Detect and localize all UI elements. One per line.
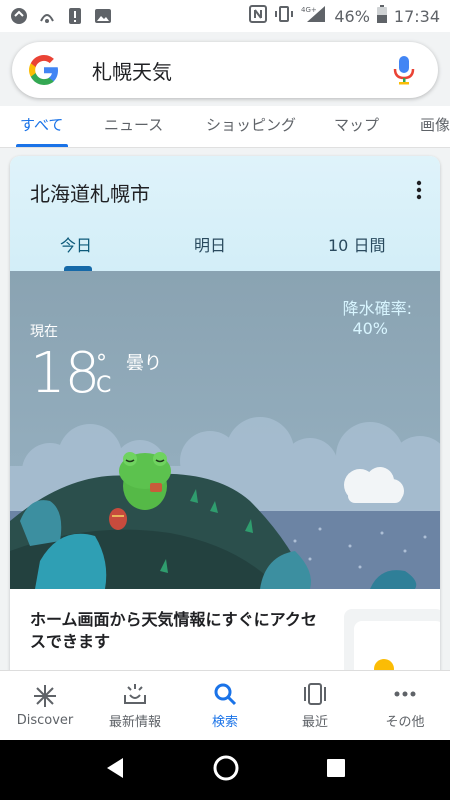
recent-icon [304,683,326,705]
google-logo-icon[interactable] [24,50,64,90]
weather-scene: 現在 18 ° C 曇り 降水確率: 40% [10,271,440,589]
alert-icon [66,7,84,25]
home-icon[interactable] [212,754,240,786]
promo-thumbnail [344,609,440,676]
temperature-unit[interactable]: C [96,373,111,398]
widget-sun-icon [354,621,440,676]
nav-more[interactable]: その他 [360,671,450,740]
home-widget-promo[interactable]: ホーム画面から天気情報にすぐにアクセスできます [10,589,440,676]
nav-search[interactable]: 検索 [180,671,270,740]
tab-maps[interactable]: マップ [334,114,379,135]
status-bar: 4G+ 46% 17:34 [0,0,450,32]
search-tabs: すべて ニュース ショッピング マップ 画像 [0,106,450,148]
nfc-icon [249,5,268,27]
bottom-navigation: Discover 最新情報 検索 最近 その他 [0,670,450,740]
weather-tab-10day[interactable]: 10 日間 [328,232,385,256]
wifi-calling-icon [38,7,56,25]
now-label: 現在 [30,324,58,340]
updates-icon [124,684,146,704]
tab-active-indicator [16,144,68,147]
search-query[interactable]: 札幌天気 [92,56,172,85]
network-type: 4G+ [301,6,317,14]
tab-images[interactable]: 画像 [420,114,450,135]
asterisk-icon [34,685,56,707]
battery-icon [376,5,387,27]
system-navigation-bar [0,740,450,800]
search-bar[interactable]: 札幌天気 [12,42,438,98]
nav-search-label: 検索 [211,715,238,730]
battery-percent: 46% [334,6,370,26]
vibrate-icon [274,5,294,27]
weather-condition: 曇り [126,353,162,374]
signal-icon: 4G+ [301,5,327,27]
weather-tab-today[interactable]: 今日 [60,232,92,256]
more-vert-icon[interactable] [416,180,422,200]
tab-shopping[interactable]: ショッピング [206,114,296,135]
tab-news[interactable]: ニュース [104,114,163,135]
nav-more-label: その他 [385,715,425,730]
weather-card: 北海道札幌市 今日 明日 10 日間 現在 18 ° C 曇り 降水確率: 40… [10,156,440,676]
search-icon [214,683,237,706]
precipitation-value: 40% [352,319,388,338]
recents-icon[interactable] [325,757,347,783]
nav-recent[interactable]: 最近 [270,671,360,740]
more-dots-icon [394,691,416,697]
nav-recent-label: 最近 [301,715,328,730]
back-icon[interactable] [103,756,127,784]
promo-text: ホーム画面から天気情報にすぐにアクセスできます [30,610,317,651]
tethering-icon [10,7,28,25]
nav-discover-label: Discover [16,713,74,728]
nav-discover[interactable]: Discover [0,671,90,740]
current-temperature: 18 [30,341,100,406]
cloud-icon [336,461,406,513]
nav-updates[interactable]: 最新情報 [90,671,180,740]
precipitation-label: 降水確率: [342,299,412,318]
location-title: 北海道札幌市 [30,182,150,206]
tab-all[interactable]: すべて [20,114,63,135]
weather-card-header: 北海道札幌市 今日 明日 10 日間 [10,156,440,271]
mic-icon[interactable] [392,54,416,86]
nav-updates-label: 最新情報 [108,715,161,730]
image-icon [94,7,112,25]
weather-tab-tomorrow[interactable]: 明日 [194,232,226,256]
clock: 17:34 [393,6,440,26]
